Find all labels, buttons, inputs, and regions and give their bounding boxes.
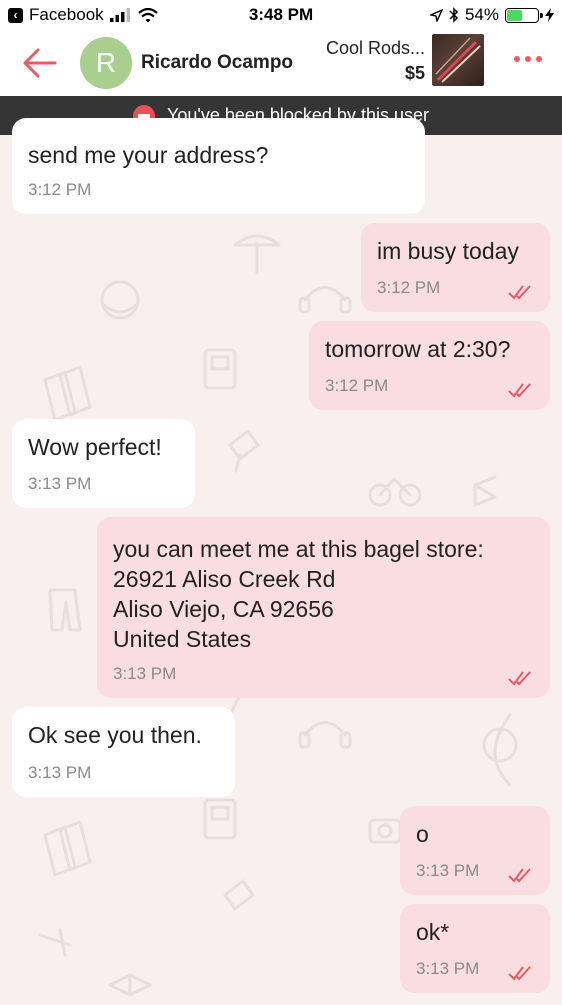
- message-text: send me your address?: [28, 142, 269, 168]
- double-check-icon: [508, 383, 531, 398]
- message-bubble-outgoing[interactable]: you can meet me at this bagel store: 269…: [97, 517, 550, 698]
- battery-icon: [505, 7, 543, 23]
- double-check-icon: [508, 966, 531, 981]
- message-text: tomorrow at 2:30?: [325, 336, 511, 362]
- message-text: Wow perfect!: [28, 434, 162, 460]
- message-bubble-outgoing[interactable]: o 3:13 PM: [400, 806, 550, 895]
- battery-percent: 54%: [464, 5, 499, 24]
- message-bubble-incoming[interactable]: send me your address? 3:12 PM: [12, 118, 425, 214]
- message-text: Ok see you then.: [28, 722, 202, 748]
- more-options-icon[interactable]: [514, 56, 542, 62]
- bluetooth-icon: [449, 7, 459, 23]
- charging-bolt-icon: [545, 8, 554, 22]
- location-arrow-icon: [429, 8, 443, 22]
- message-text: ok*: [416, 919, 450, 945]
- message-time: 3:12 PM: [377, 278, 441, 297]
- avatar[interactable]: R: [80, 37, 132, 89]
- double-check-icon: [508, 671, 531, 686]
- message-bubble-incoming[interactable]: Ok see you then. 3:13 PM: [12, 707, 235, 797]
- message-bubble-outgoing[interactable]: tomorrow at 2:30? 3:12 PM: [309, 321, 550, 410]
- message-time: 3:13 PM: [416, 959, 480, 978]
- message-time: 3:12 PM: [28, 180, 92, 199]
- listing-info[interactable]: Cool Rods... $5: [326, 38, 425, 84]
- listing-thumbnail[interactable]: [432, 34, 484, 86]
- message-time: 3:13 PM: [113, 664, 177, 683]
- double-check-icon: [508, 868, 531, 883]
- message-time: 3:13 PM: [28, 763, 92, 782]
- listing-title: Cool Rods...: [325, 38, 425, 58]
- battery-level: [507, 9, 523, 21]
- message-time: 3:13 PM: [416, 861, 480, 880]
- message-bubble-incoming[interactable]: Wow perfect! 3:13 PM: [12, 419, 195, 508]
- message-bubble-outgoing[interactable]: ok* 3:13 PM: [400, 904, 550, 993]
- message-time: 3:12 PM: [325, 376, 389, 395]
- message-text: o: [416, 821, 429, 847]
- message-time: 3:13 PM: [28, 474, 92, 493]
- double-check-icon: [508, 285, 531, 300]
- message-bubble-outgoing[interactable]: im busy today 3:12 PM: [361, 223, 550, 312]
- back-arrow-icon[interactable]: [22, 46, 58, 80]
- conversation-header: R Ricardo Ocampo Cool Rods... $5: [0, 32, 562, 96]
- listing-price: $5: [404, 63, 425, 83]
- status-bar: ‹ Facebook 3:48 PM 54%: [0, 0, 562, 32]
- message-text: im busy today: [377, 238, 519, 264]
- contact-name[interactable]: Ricardo Ocampo: [141, 52, 293, 74]
- message-text: you can meet me at this bagel store: 269…: [113, 536, 484, 652]
